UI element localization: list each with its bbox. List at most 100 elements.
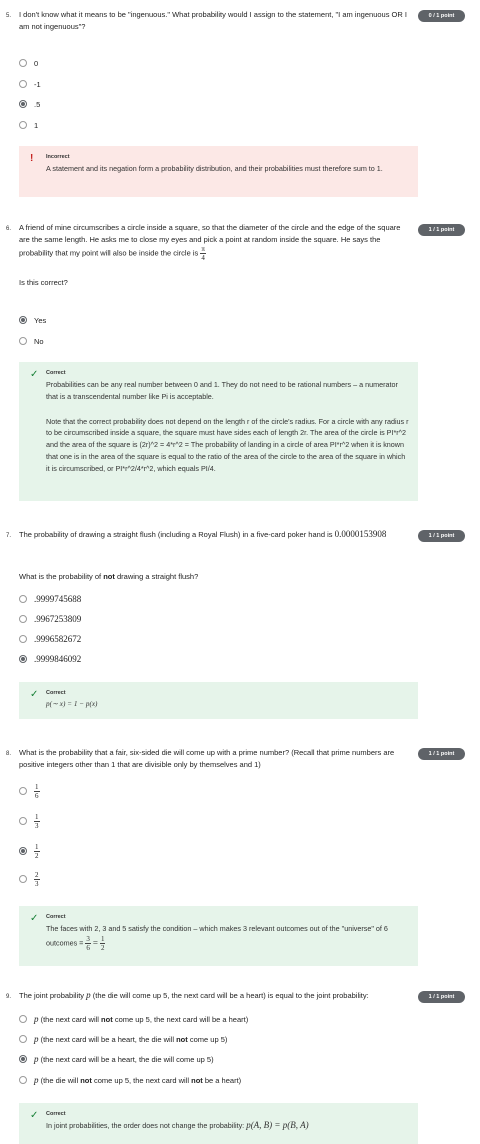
option-yes[interactable]: Yes <box>19 314 46 326</box>
radio-button[interactable] <box>19 595 27 603</box>
fraction-denominator: 3 <box>35 821 39 830</box>
option-2[interactable]: .9996582672 <box>19 633 81 645</box>
feedback-correct: ✓ Correct In joint probabilities, the or… <box>19 1103 418 1144</box>
option-fraction: 23 <box>34 871 40 888</box>
points-badge: 0 / 1 point <box>418 10 465 22</box>
option-0[interactable]: 0 <box>19 57 38 69</box>
radio-button[interactable] <box>19 1035 27 1043</box>
points-badge: 1 / 1 point <box>418 530 465 542</box>
p-symbol: p <box>34 1075 39 1085</box>
option-fraction: 16 <box>34 783 40 800</box>
radio-button[interactable] <box>19 635 27 643</box>
radio-button-selected[interactable] <box>19 100 27 108</box>
feedback-text: The faces with 2, 3 and 5 satisfy the co… <box>46 923 410 952</box>
p-symbol: p <box>34 1014 39 1024</box>
checkmark-icon: ✓ <box>30 369 39 380</box>
fraction-denominator: 6 <box>86 943 90 952</box>
option-label: .5 <box>34 99 41 109</box>
option-label-post: come up 5, the next card will be a heart… <box>114 1014 249 1024</box>
fraction-denominator: 2 <box>100 943 105 952</box>
option-0[interactable]: .9999745688 <box>19 593 81 605</box>
option-3[interactable]: 1 <box>19 119 38 131</box>
feedback-title: Correct <box>46 690 66 696</box>
radio-button[interactable] <box>19 875 27 883</box>
option-0[interactable]: p (the next card will not come up 5, the… <box>19 1013 248 1025</box>
option-label: .9999846092 <box>34 654 82 664</box>
radio-button-selected[interactable] <box>19 316 27 324</box>
question-body: The joint probability <box>19 991 85 1000</box>
option-label: (the next card will <box>40 1014 99 1024</box>
question-body: The probability of drawing a straight fl… <box>19 530 333 539</box>
radio-button[interactable] <box>19 1076 27 1084</box>
radio-button[interactable] <box>19 615 27 623</box>
option-emphasis: not <box>176 1034 188 1044</box>
sub-question: Is this correct? <box>19 278 68 287</box>
feedback-title: Correct <box>46 914 66 920</box>
checkmark-icon: ✓ <box>30 1110 39 1121</box>
fraction-numerator: 1 <box>99 934 106 944</box>
radio-button-selected[interactable] <box>19 1055 27 1063</box>
points-badge: 1 / 1 point <box>418 224 465 236</box>
exclamation-icon: ! <box>30 153 34 164</box>
sub-question-post: drawing a straight flush? <box>116 572 199 581</box>
radio-button[interactable] <box>19 121 27 129</box>
feedback-text-1: Probabilities can be any real number bet… <box>46 380 398 401</box>
option-label-post: come up 5, the next card will <box>93 1075 190 1085</box>
feedback-body: In joint probabilities, the order does n… <box>46 1121 245 1130</box>
p-symbol: p <box>34 1034 39 1044</box>
option-no[interactable]: No <box>19 335 44 347</box>
option-3[interactable]: p (the die will not come up 5, the next … <box>19 1074 241 1086</box>
fraction-numerator: 1 <box>34 812 40 822</box>
radio-button[interactable] <box>19 1015 27 1023</box>
feedback-text: In joint probabilities, the order does n… <box>46 1120 410 1132</box>
pi-over-4-fraction: π4 <box>200 245 206 262</box>
option-1[interactable]: .9967253809 <box>19 613 81 625</box>
fraction-numerator: 1 <box>34 782 40 792</box>
radio-button[interactable] <box>19 787 27 795</box>
radio-button[interactable] <box>19 80 27 88</box>
radio-button[interactable] <box>19 59 27 67</box>
feedback-incorrect: ! Incorrect A statement and its negation… <box>19 146 418 197</box>
option-label: (the next card will be a heart, the die … <box>40 1034 174 1044</box>
option-2[interactable]: .5 <box>19 98 40 110</box>
option-label: .9999745688 <box>34 594 82 604</box>
option-1[interactable]: -1 <box>19 78 41 90</box>
option-label-end: be a heart) <box>204 1075 242 1085</box>
option-2[interactable]: 12 <box>19 840 40 862</box>
radio-button-selected[interactable] <box>19 847 27 855</box>
radio-button-selected[interactable] <box>19 655 27 663</box>
option-label: .9996582672 <box>34 634 82 644</box>
option-2[interactable]: p (the next card will be a heart, the di… <box>19 1053 214 1065</box>
option-label-post: come up 5) <box>189 1034 228 1044</box>
feedback-formula: p(A, B) = p(B, A) <box>246 1120 309 1130</box>
fraction-numerator: 1 <box>34 842 40 852</box>
feedback-text-2: Note that the correct probability does n… <box>46 416 409 473</box>
fraction-numerator: 2 <box>34 870 40 880</box>
option-0[interactable]: 16 <box>19 780 40 802</box>
question-number: 9. <box>6 994 12 1000</box>
fraction-numerator: π <box>200 245 206 254</box>
fraction-denominator: 2 <box>35 851 39 860</box>
question-body-post: (the die will come up 5, the next card w… <box>92 991 369 1000</box>
feedback-body: The faces with 2, 3 and 5 satisfy the co… <box>46 924 388 948</box>
option-3[interactable]: .9999846092 <box>19 653 81 665</box>
sub-question-pre: What is the probability of <box>19 572 102 581</box>
points-badge: 1 / 1 point <box>418 748 465 760</box>
option-1[interactable]: p (the next card will be a heart, the di… <box>19 1033 227 1045</box>
feedback-correct: ✓ Correct p(∼ x) = 1 − p(x) <box>19 682 418 719</box>
option-1[interactable]: 13 <box>19 810 40 832</box>
question-text: A friend of mine circumscribes a circle … <box>19 222 411 262</box>
option-emphasis-2: not <box>191 1075 203 1085</box>
option-label: 1 <box>34 120 39 130</box>
option-label: -1 <box>34 79 41 89</box>
sub-question-emphasis: not <box>103 572 115 581</box>
option-label: .9967253809 <box>34 614 82 624</box>
option-label: No <box>34 336 44 346</box>
question-text: The probability of drawing a straight fl… <box>19 529 411 541</box>
option-3[interactable]: 23 <box>19 868 40 890</box>
question-body: A friend of mine circumscribes a circle … <box>19 223 401 258</box>
question-number: 6. <box>6 226 12 232</box>
radio-button[interactable] <box>19 337 27 345</box>
radio-button[interactable] <box>19 817 27 825</box>
option-label: 0 <box>34 58 39 68</box>
